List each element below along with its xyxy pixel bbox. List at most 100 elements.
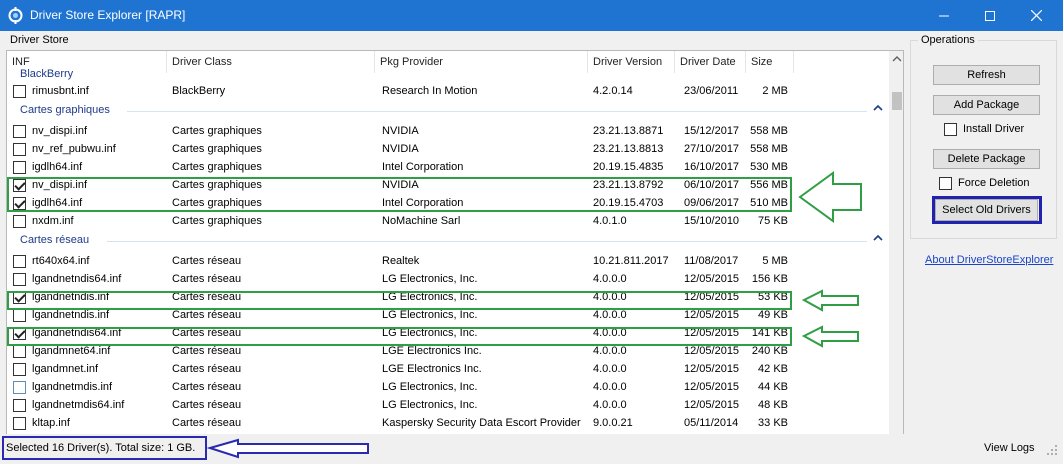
cell-size: 42 KB: [758, 363, 788, 375]
force-deletion-checkbox-box[interactable]: [939, 177, 952, 190]
row-checkbox[interactable]: [13, 255, 26, 268]
cell-size: 2 MB: [762, 85, 788, 97]
table-row[interactable]: kltap.inf Cartes réseau Kaspersky Security…: [7, 414, 889, 432]
row-checkbox[interactable]: [13, 125, 26, 138]
cell-size: 44 KB: [758, 381, 788, 393]
row-checkbox[interactable]: [13, 327, 26, 340]
row-checkbox[interactable]: [13, 179, 26, 192]
cell-provider: NVIDIA: [382, 125, 419, 137]
row-checkbox[interactable]: [13, 161, 26, 174]
collapse-chevron-icon[interactable]: [873, 233, 883, 243]
cell-provider: LG Electronics, Inc.: [382, 327, 478, 339]
row-checkbox[interactable]: [13, 381, 26, 394]
cell-driver-class: Cartes graphiques: [172, 179, 262, 191]
view-logs-button[interactable]: View Logs: [984, 442, 1035, 454]
cell-date: 27/10/2017: [684, 143, 740, 155]
cell-provider: NVIDIA: [382, 179, 419, 191]
cell-driver-class: Cartes réseau: [172, 291, 242, 303]
collapse-chevron-icon[interactable]: [873, 103, 883, 113]
cell-date: 06/10/2017: [684, 179, 740, 191]
table-row[interactable]: nxdm.inf Cartes graphiques NoMachine Sarl 4…: [7, 212, 889, 230]
row-checkbox[interactable]: [13, 345, 26, 358]
table-row[interactable]: nv_dispi.inf Cartes graphiques NVIDIA 23.21…: [7, 176, 889, 194]
row-checkbox[interactable]: [13, 363, 26, 376]
cell-driver-class: Cartes réseau: [172, 345, 242, 357]
row-checkbox[interactable]: [13, 197, 26, 210]
close-button[interactable]: [1013, 0, 1059, 31]
table-row[interactable]: lgandnetmdis64.inf Cartes réseau LG Electr…: [7, 396, 889, 414]
table-row[interactable]: rimusbnt.inf BlackBerry Research In Motion…: [7, 82, 889, 100]
cell-inf: lgandnetndis64.inf: [32, 273, 122, 285]
cell-date: 15/10/2010: [684, 215, 740, 227]
row-checkbox[interactable]: [13, 309, 26, 322]
delete-package-button[interactable]: Delete Package: [933, 149, 1040, 169]
cell-driver-class: Cartes réseau: [172, 417, 242, 429]
cell-date: 12/05/2015: [684, 381, 740, 393]
cell-provider: NoMachine Sarl: [382, 215, 461, 227]
cell-size: 33 KB: [758, 417, 788, 429]
cell-driver-class: Cartes réseau: [172, 363, 242, 375]
cell-version: 23.21.13.8792: [593, 179, 664, 191]
resize-grip-icon[interactable]: [1046, 444, 1058, 456]
cell-date: 11/08/2017: [684, 255, 739, 267]
refresh-button[interactable]: Refresh: [933, 65, 1040, 85]
cell-version: 23.21.13.8813: [593, 143, 664, 155]
table-row[interactable]: lgandnetndis64.inf Cartes réseau LG Electr…: [7, 270, 889, 288]
cell-version: 20.19.15.4835: [593, 161, 664, 173]
force-deletion-label: Force Deletion: [958, 177, 1030, 189]
driver-list[interactable]: INF Driver Class Pkg Provider Driver Ver…: [6, 50, 904, 460]
cell-date: 12/05/2015: [684, 273, 740, 285]
vertical-scrollbar[interactable]: [889, 51, 903, 459]
about-link[interactable]: About DriverStoreExplorer: [925, 254, 1053, 266]
cell-size: 48 KB: [758, 399, 788, 411]
cell-provider: Kaspersky Security Data Escort Provider: [382, 417, 581, 429]
scroll-up-icon[interactable]: [892, 54, 902, 64]
table-row[interactable]: lgandmnet.inf Cartes réseau LGE Electronic…: [7, 360, 889, 378]
table-row[interactable]: lgandnetmdis.inf Cartes réseau LG Electron…: [7, 378, 889, 396]
table-row[interactable]: lgandnetndis64.inf Cartes réseau LG Electr…: [7, 324, 889, 342]
table-row[interactable]: igdlh64.inf Cartes graphiques Intel Corpor…: [7, 158, 889, 176]
cell-provider: LG Electronics, Inc.: [382, 309, 478, 321]
row-checkbox[interactable]: [13, 417, 26, 430]
cell-size: 141 KB: [751, 327, 788, 339]
cell-inf: nxdm.inf: [32, 215, 74, 227]
cell-inf: rimusbnt.inf: [32, 85, 89, 97]
scrollbar-thumb[interactable]: [892, 92, 902, 110]
select-old-drivers-button[interactable]: Select Old Drivers: [935, 199, 1038, 221]
cell-date: 12/05/2015: [684, 327, 740, 339]
add-package-button[interactable]: Add Package: [933, 95, 1040, 115]
table-row[interactable]: lgandnetndis.inf Cartes réseau LG Electron…: [7, 288, 889, 306]
sort-ascending-icon: ⌃: [269, 50, 278, 58]
row-checkbox[interactable]: [13, 273, 26, 286]
maximize-button[interactable]: [967, 0, 1013, 31]
table-row[interactable]: rt640x64.inf Cartes réseau Realtek 10.21.81…: [7, 252, 889, 270]
row-checkbox[interactable]: [13, 143, 26, 156]
row-checkbox[interactable]: [13, 399, 26, 412]
operations-panel: Operations Refresh Add Package Install D…: [906, 31, 1063, 434]
group-header[interactable]: Cartes réseau: [7, 230, 889, 250]
cell-driver-class: Cartes graphiques: [172, 125, 262, 137]
install-driver-checkbox-box[interactable]: [944, 123, 957, 136]
group-header[interactable]: Cartes graphiques: [7, 100, 889, 120]
cell-inf: nv_dispi.inf: [32, 125, 88, 137]
cell-size: 49 KB: [758, 309, 788, 321]
table-row[interactable]: igdlh64.inf Cartes graphiques Intel Corpor…: [7, 194, 889, 212]
status-text: Selected 16 Driver(s). Total size: 1 GB.: [6, 442, 196, 454]
minimize-button[interactable]: [921, 0, 967, 31]
maximize-icon: [985, 10, 995, 21]
cell-version: 4.0.0.0: [593, 291, 627, 303]
table-row[interactable]: lgandmnet64.inf Cartes réseau LGE Electron…: [7, 342, 889, 360]
table-row[interactable]: lgandnetndis.inf Cartes réseau LG Electron…: [7, 306, 889, 324]
window-title: Driver Store Explorer [RAPR]: [30, 8, 186, 22]
cell-date: 12/05/2015: [684, 309, 740, 321]
cell-version: 9.0.0.21: [593, 417, 633, 429]
cell-size: 558 MB: [750, 143, 788, 155]
row-checkbox[interactable]: [13, 85, 26, 98]
cell-inf: lgandnetmdis64.inf: [32, 399, 125, 411]
table-row[interactable]: nv_ref_pubwu.inf Cartes graphiques NVIDIA 2…: [7, 140, 889, 158]
row-checkbox[interactable]: [13, 291, 26, 304]
cell-provider: Realtek: [382, 255, 420, 267]
table-row[interactable]: nv_dispi.inf Cartes graphiques NVIDIA 23.21…: [7, 122, 889, 140]
row-checkbox[interactable]: [13, 215, 26, 228]
cell-date: 05/11/2014: [684, 417, 739, 429]
